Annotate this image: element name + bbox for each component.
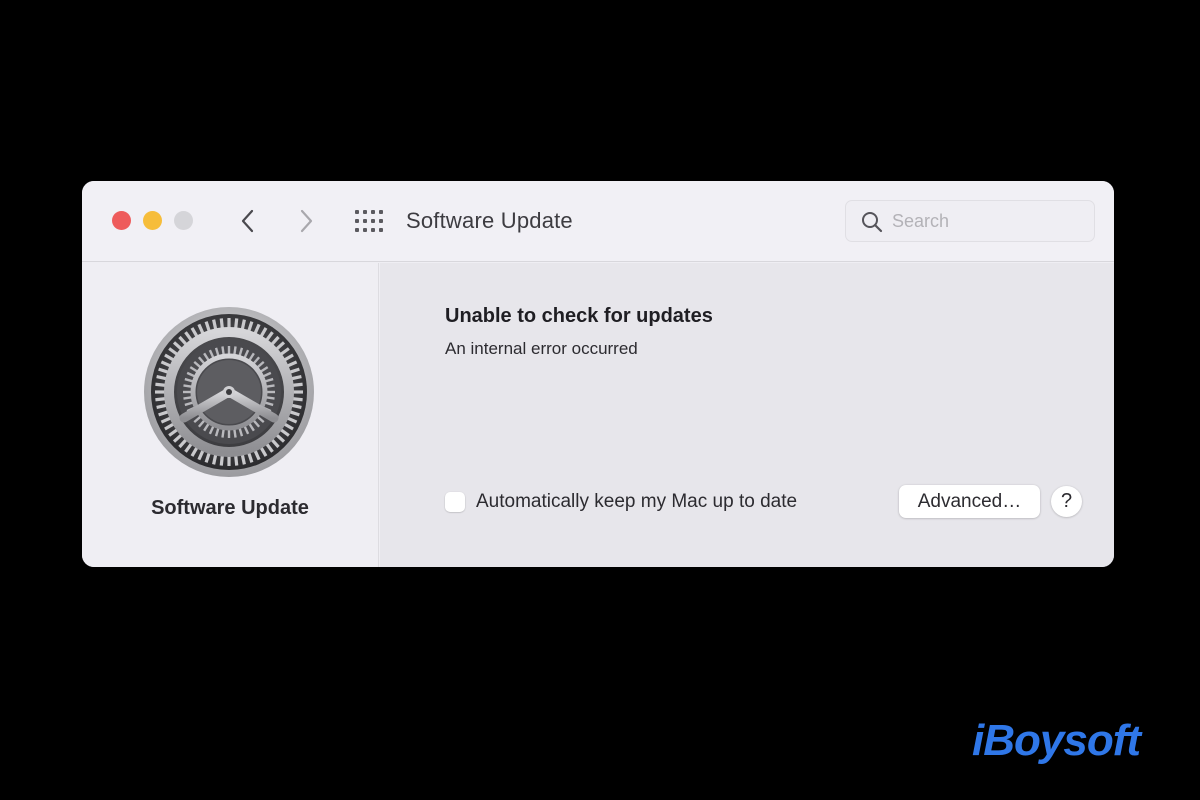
chevron-right-icon [300, 209, 313, 233]
system-preferences-window: Software Update Search Software Update U… [82, 181, 1114, 567]
main-panel: Unable to check for updates An internal … [380, 263, 1114, 567]
forward-button[interactable] [294, 206, 318, 236]
watermark-logo: iBoysoft [972, 716, 1141, 765]
sidebar: (function(){ var g = document.currentScr… [82, 263, 379, 567]
status-title: Unable to check for updates [445, 305, 713, 327]
advanced-button[interactable]: Advanced… [899, 485, 1040, 518]
auto-update-label[interactable]: Automatically keep my Mac up to date [476, 491, 797, 513]
show-all-button[interactable] [354, 209, 384, 233]
help-button[interactable]: ? [1051, 486, 1082, 517]
auto-update-checkbox[interactable] [445, 492, 465, 512]
auto-update-row[interactable]: Automatically keep my Mac up to date [445, 491, 797, 513]
back-button[interactable] [236, 206, 260, 236]
search-input[interactable] [892, 209, 1082, 233]
chevron-left-icon [241, 209, 254, 233]
software-update-gear-icon: (function(){ var g = document.currentScr… [144, 307, 314, 477]
window-title: Software Update [406, 208, 573, 233]
search-icon [862, 212, 883, 233]
search-field[interactable] [845, 200, 1095, 242]
status-message: An internal error occurred [445, 339, 638, 358]
title-bar: Software Update [82, 181, 1114, 262]
minimize-button[interactable] [143, 211, 162, 230]
close-button[interactable] [112, 211, 131, 230]
sidebar-label: Software Update [151, 497, 309, 519]
grid-icon [355, 210, 383, 232]
zoom-button[interactable] [174, 211, 193, 230]
